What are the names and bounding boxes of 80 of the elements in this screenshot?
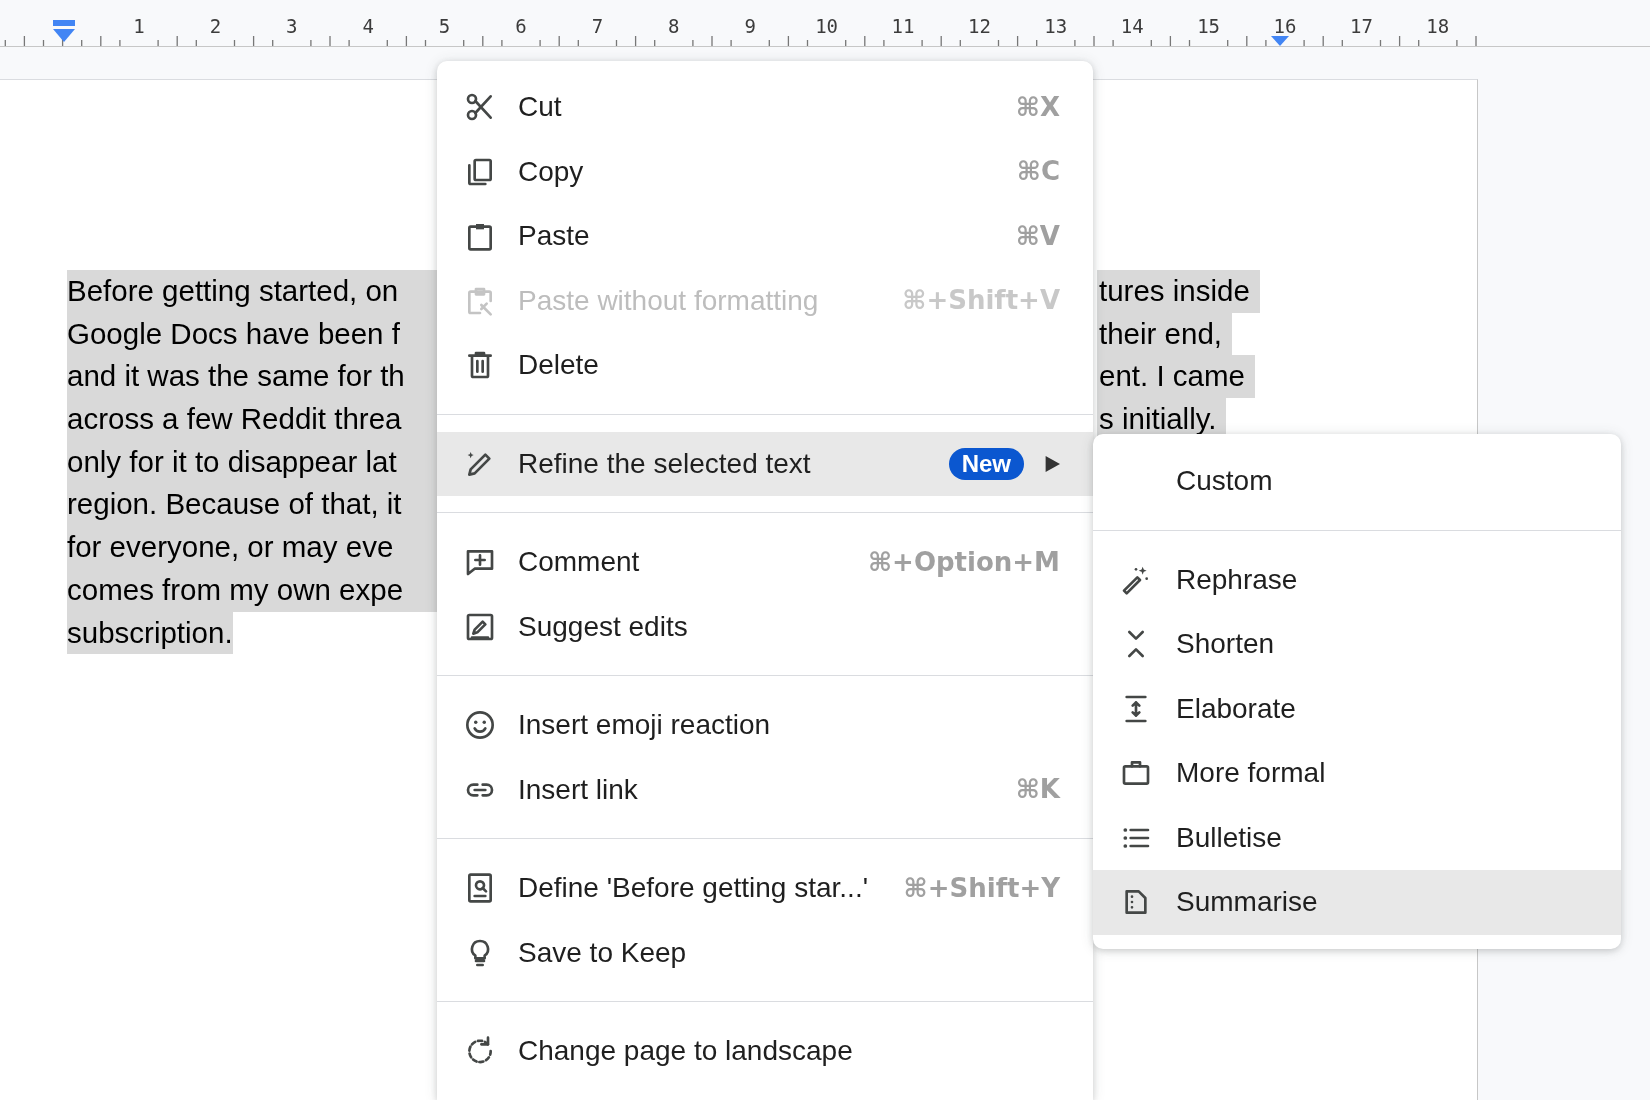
menu-item-label: Custom bbox=[1176, 464, 1274, 499]
ruler-number: 4 bbox=[362, 15, 374, 37]
document-text: region. Because of that, it bbox=[67, 483, 439, 527]
menu-item[interactable]: Cut ⌘X bbox=[437, 75, 1093, 140]
menu-item[interactable]: Summarise bbox=[1093, 870, 1621, 935]
ruler-number: 15 bbox=[1197, 15, 1221, 37]
document-text: and it was the same for th bbox=[67, 355, 439, 399]
shortcut-text: ⌘K bbox=[1015, 773, 1060, 807]
menu-item-label: Rephrase bbox=[1176, 562, 1299, 597]
menu-item-label: Insert emoji reaction bbox=[518, 708, 772, 743]
menu-item[interactable]: Save to Keep bbox=[437, 920, 1093, 985]
submenu-arrow-icon bbox=[1044, 455, 1060, 472]
menu-item-label: Copy bbox=[518, 154, 585, 189]
menu-item[interactable]: Insert link ⌘K bbox=[437, 757, 1093, 822]
menu-item-label: Paste without formatting bbox=[518, 283, 820, 318]
document-text: across a few Reddit threa bbox=[67, 398, 439, 441]
menu-item[interactable]: Bulletise bbox=[1093, 805, 1621, 870]
menu-item-label: Suggest edits bbox=[518, 609, 689, 644]
shortcut-text: ⌘+Option+M bbox=[868, 545, 1060, 579]
menu-item[interactable]: Rephrase bbox=[1093, 547, 1621, 612]
menu-item[interactable]: Define 'Before getting star...' ⌘+Shift+Y bbox=[437, 856, 1093, 921]
menu-item[interactable]: Paste ⌘V bbox=[437, 204, 1093, 269]
shortcut-text: ⌘+Shift+Y bbox=[903, 871, 1060, 905]
shortcut-text: ⌘X bbox=[1015, 90, 1060, 124]
new-badge: New bbox=[948, 447, 1024, 480]
ruler-number: 1 bbox=[133, 15, 145, 37]
document-text: ent. I came bbox=[1097, 355, 1255, 399]
menu-item-label: Save to Keep bbox=[518, 935, 688, 970]
menu-item-label: Elaborate bbox=[1176, 691, 1297, 726]
ruler-number: 12 bbox=[967, 15, 991, 37]
document-text: Google Docs have been f bbox=[67, 312, 439, 356]
menu-item-label: Bulletise bbox=[1176, 820, 1283, 855]
ruler-number: 18 bbox=[1426, 15, 1450, 37]
menu-item-label: Insert link bbox=[518, 772, 639, 807]
ruler-number: 16 bbox=[1273, 15, 1297, 37]
menu-item-label: Delete bbox=[518, 348, 600, 383]
menu-item[interactable]: Suggest edits bbox=[437, 594, 1093, 659]
menu-item-label: Comment bbox=[518, 545, 641, 580]
ruler-number: 6 bbox=[515, 15, 527, 37]
document-text: subscription. bbox=[67, 611, 233, 655]
menu-item[interactable]: Comment ⌘+Option+M bbox=[437, 530, 1093, 595]
ruler-number: 5 bbox=[438, 15, 451, 37]
menu-item-label: Paste bbox=[518, 219, 591, 254]
ruler-number: 2 bbox=[209, 15, 222, 37]
document-text: comes from my own expe bbox=[67, 568, 439, 612]
ruler-number: 10 bbox=[815, 15, 839, 37]
ruler-number: 8 bbox=[668, 15, 680, 37]
menu-item-label: Summarise bbox=[1176, 885, 1319, 920]
menu-item-label: Shorten bbox=[1176, 627, 1276, 662]
ruler-number: 17 bbox=[1349, 15, 1373, 37]
ruler-number: 7 bbox=[591, 15, 604, 37]
menu-item[interactable]: Shorten bbox=[1093, 612, 1621, 677]
menu-item[interactable]: Refine the selected text New bbox=[437, 431, 1093, 496]
menu-item-label: More formal bbox=[1176, 756, 1327, 791]
menu-item-label: Change page to landscape bbox=[518, 1034, 854, 1069]
menu-item-label: Define 'Before getting star...' bbox=[518, 871, 869, 906]
shortcut-text: ⌘V bbox=[1015, 219, 1060, 253]
indent-marker[interactable] bbox=[1271, 36, 1289, 46]
document-text: Before getting started, on bbox=[67, 270, 439, 313]
menu-item[interactable]: Delete bbox=[437, 333, 1093, 398]
ruler-number: 11 bbox=[891, 15, 915, 37]
document-text: for everyone, or may eve bbox=[67, 526, 439, 569]
ruler-number: 3 bbox=[286, 15, 298, 37]
menu-item[interactable]: Insert emoji reaction bbox=[437, 693, 1093, 758]
smiley-icon bbox=[464, 709, 496, 742]
menu-item[interactable]: More formal bbox=[1093, 741, 1621, 806]
document-text: only for it to disappear lat bbox=[67, 440, 439, 484]
menu-item[interactable]: Elaborate bbox=[1093, 676, 1621, 741]
indent-marker[interactable] bbox=[53, 20, 75, 42]
menu-item[interactable]: Copy ⌘C bbox=[437, 139, 1093, 204]
menu-item[interactable]: Change page to landscape bbox=[437, 1019, 1093, 1084]
document-text: tures inside bbox=[1097, 270, 1260, 313]
document-text: their end, bbox=[1097, 312, 1232, 356]
ruler-number: 14 bbox=[1120, 15, 1144, 37]
ruler-number: 13 bbox=[1044, 15, 1068, 37]
shortcut-text: ⌘C bbox=[1016, 155, 1060, 189]
menu-item-label: Refine the selected text bbox=[518, 446, 812, 481]
ruler-number: 9 bbox=[744, 15, 756, 37]
menu-item[interactable]: Custom bbox=[1093, 449, 1621, 514]
menu-item-label: Cut bbox=[518, 90, 563, 125]
